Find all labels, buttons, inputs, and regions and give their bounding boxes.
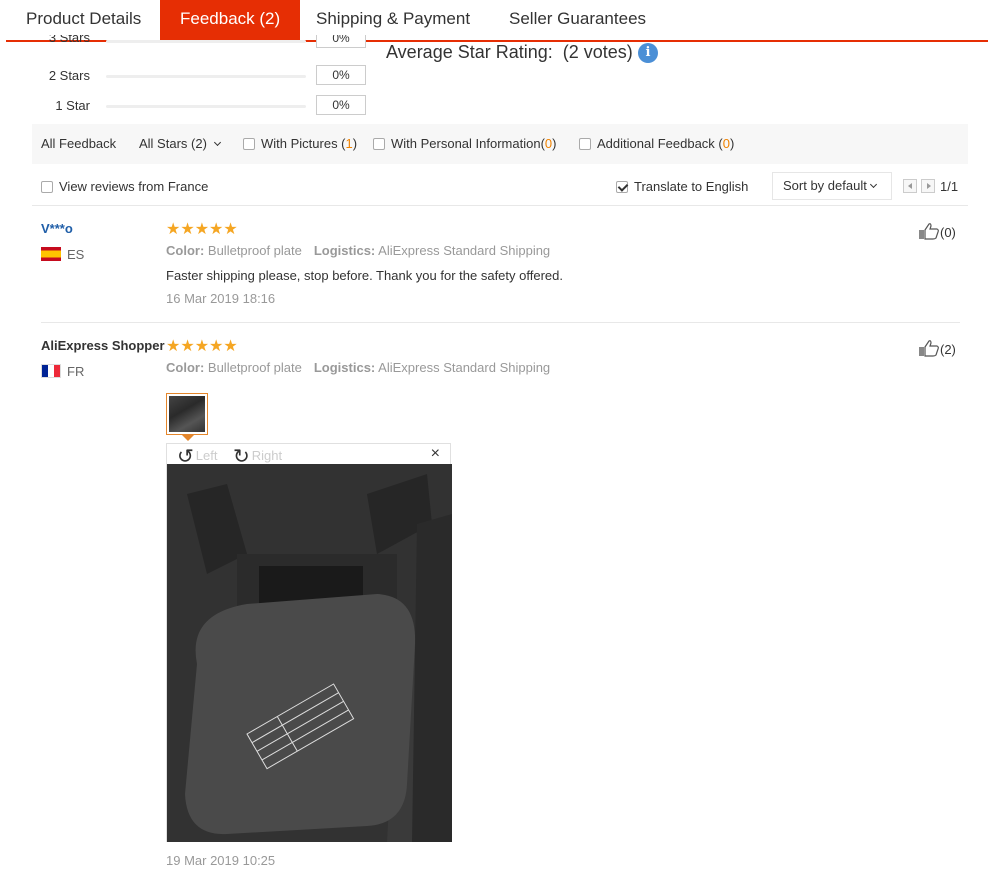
average-rating-votes: (2 votes) [562, 42, 633, 62]
review-date: 16 Mar 2019 18:16 [166, 291, 276, 306]
color-value: Bulletproof plate [207, 243, 302, 258]
color-label: Color: [166, 360, 205, 375]
filter-additional-feedback[interactable]: Additional Feedback (0) [579, 136, 734, 151]
chevron-down-icon [869, 180, 877, 189]
review-text: Faster shipping please, stop before. Tha… [166, 268, 563, 283]
filter-personal-info-label: With Personal Information( [391, 136, 545, 151]
rating-bar [106, 40, 306, 43]
filter-with-pictures-label: With Pictures ( [261, 136, 346, 151]
filter-all-stars-label: All Stars (2) [139, 136, 207, 151]
checkbox[interactable] [373, 138, 385, 150]
rating-row-2: 2 Stars 0% [0, 65, 380, 87]
paren: ) [729, 136, 735, 151]
filter-count: 0 [722, 136, 730, 151]
review-meta: Color: Bulletproof plate Logistics: AliEx… [166, 360, 550, 375]
logistics-value: AliExpress Standard Shipping [378, 360, 551, 375]
filter-with-pictures[interactable]: With Pictures (1) [243, 136, 357, 151]
sort-select[interactable]: Sort by default [772, 172, 892, 200]
tab-shipping-payment[interactable]: Shipping & Payment [296, 0, 490, 40]
thumbnail-pointer [182, 435, 194, 441]
page-indicator: 1/1 [940, 179, 959, 194]
review-date: 19 Mar 2019 10:25 [166, 853, 276, 868]
page-prev-button[interactable] [903, 179, 917, 193]
rotate-left-label: Left [195, 448, 218, 463]
divider [32, 205, 968, 206]
like-count: (2) [940, 342, 956, 357]
view-country-label: View reviews from France [59, 179, 209, 194]
rating-row-1: 1 Star 0% [0, 95, 380, 117]
rating-percent: 0% [316, 65, 366, 85]
flag-fr-icon [41, 364, 61, 378]
tab-seller-guarantees[interactable]: Seller Guarantees [489, 0, 666, 40]
average-rating-label: Average Star Rating: [386, 42, 553, 62]
reviewer-country: ES [41, 247, 84, 262]
tab-feedback[interactable]: Feedback (2) [160, 0, 301, 40]
checkbox-checked[interactable] [616, 181, 628, 193]
like-button[interactable]: (2) [918, 339, 956, 357]
tab-product-details[interactable]: Product Details [6, 0, 161, 40]
page-next-button[interactable] [921, 179, 935, 193]
filter-all-stars[interactable]: All Stars (2) [139, 136, 221, 151]
logistics-label: Logistics: [313, 243, 376, 258]
sort-select-value: Sort by default [783, 178, 867, 193]
rating-label: 3 Stars [48, 35, 90, 45]
translate-label: Translate to English [634, 179, 749, 194]
filter-count: 1 [345, 136, 353, 151]
thumbs-up-icon [919, 340, 939, 357]
divider [41, 322, 960, 323]
rating-bar [106, 105, 306, 108]
rating-row-3: 3 Stars 0% [0, 35, 380, 49]
chevron-down-icon [213, 138, 221, 147]
reviewer-country: FR [41, 364, 84, 379]
review-meta: Color: Bulletproof plate Logistics: AliEx… [166, 243, 550, 258]
like-button[interactable]: (0) [918, 222, 956, 240]
flag-es-icon [41, 247, 61, 261]
like-count: (0) [940, 225, 956, 240]
paren: ) [352, 136, 358, 151]
logistics-value: AliExpress Standard Shipping [378, 243, 551, 258]
star-rating: ★★★★★ [166, 221, 238, 238]
checkbox[interactable] [41, 181, 53, 193]
filter-bar: All Feedback All Stars (2) With Pictures… [32, 124, 968, 164]
reviewer-name[interactable]: V***o [41, 221, 73, 236]
view-country-option[interactable]: View reviews from France [41, 179, 208, 194]
info-icon[interactable]: i [638, 43, 658, 63]
thumbs-up-icon [919, 223, 939, 240]
average-rating: Average Star Rating: (2 votes) [386, 42, 633, 63]
color-label: Color: [166, 243, 205, 258]
filter-additional-label: Additional Feedback ( [597, 136, 723, 151]
star-rating: ★★★★★ [166, 338, 238, 355]
rating-percent: 0% [316, 95, 366, 115]
reviewer-name[interactable]: AliExpress Shopper [41, 338, 165, 353]
rating-label: 2 Stars [48, 68, 90, 83]
review-photo-thumbnail[interactable] [166, 393, 208, 435]
rating-label: 1 Star [55, 98, 90, 113]
logistics-label: Logistics: [313, 360, 376, 375]
filter-personal-info[interactable]: With Personal Information(0) [373, 136, 556, 151]
rating-percent: 0% [316, 35, 366, 48]
checkbox[interactable] [243, 138, 255, 150]
photo-viewer-toolbar: ↺ Left ↻ Right × [167, 444, 450, 468]
close-icon[interactable]: × [431, 445, 440, 463]
country-code: FR [67, 364, 85, 379]
photo-viewer: ↺ Left ↻ Right × [166, 443, 452, 842]
paren: ) [552, 136, 557, 151]
color-value: Bulletproof plate [207, 360, 302, 375]
review-photo [167, 464, 452, 842]
checkbox[interactable] [579, 138, 591, 150]
filter-all-feedback[interactable]: All Feedback [41, 136, 116, 151]
rating-bar [106, 75, 306, 78]
country-code: ES [67, 247, 85, 262]
rotate-right-label: Right [251, 448, 283, 463]
translate-option[interactable]: Translate to English [616, 179, 748, 194]
